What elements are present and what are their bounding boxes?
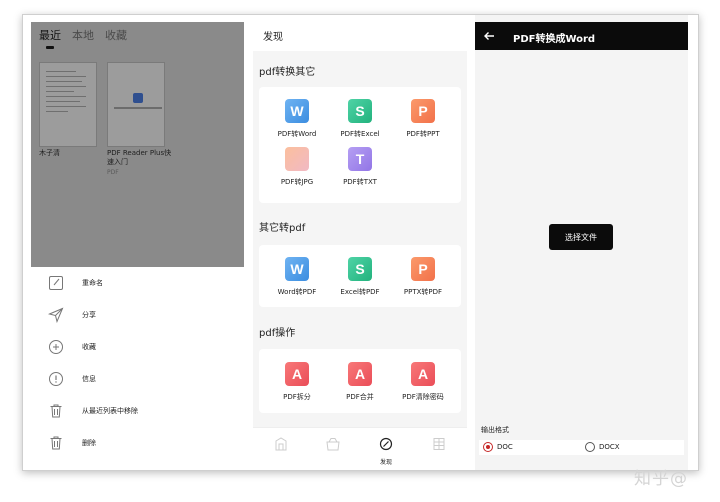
page-title: PDF转换成Word: [513, 34, 596, 45]
tab-local[interactable]: 本地: [72, 27, 94, 43]
radio-doc[interactable]: [483, 442, 493, 452]
tool-pdf-to-jpg[interactable]: PDF转JPG: [269, 147, 325, 187]
tool-label: PDF合并: [346, 393, 374, 401]
store-icon: [326, 438, 340, 451]
file-name: 木子清: [39, 149, 60, 157]
menu-item-delete[interactable]: 删除: [23, 427, 245, 459]
excel-icon: S: [348, 99, 372, 123]
ppt-icon: P: [411, 99, 435, 123]
recent-panel: 最近 本地 收藏 木子清 PDF Reader Plus快速入门 PDF 重命名: [23, 15, 245, 470]
tool-pptx-to-pdf[interactable]: P PPTX转PDF: [395, 257, 451, 297]
document-preview-lines: [46, 71, 86, 116]
tool-excel-to-pdf[interactable]: S Excel转PDF: [332, 257, 388, 297]
tool-label: Excel转PDF: [340, 288, 380, 296]
tab-recent[interactable]: 最近: [39, 27, 61, 43]
recent-files-area: 最近 本地 收藏 木子清 PDF Reader Plus快速入门 PDF: [31, 22, 244, 267]
menu-label: 从最近列表中移除: [82, 407, 138, 415]
menu-label: 分享: [82, 311, 96, 319]
page-title: 发现: [263, 32, 283, 43]
discover-panel: 发现 pdf转换其它 W PDF转Word S PDF转Excel P PDF转…: [253, 15, 467, 470]
tab-favorites[interactable]: 收藏: [105, 27, 127, 43]
delete-icon: [50, 436, 62, 450]
pdf-icon: A: [285, 362, 309, 386]
file-thumbnail[interactable]: [107, 62, 165, 147]
tool-label: PDF转TXT: [343, 178, 377, 186]
file-thumbnail[interactable]: [39, 62, 97, 147]
back-arrow-icon[interactable]: [483, 30, 495, 42]
share-icon: [48, 307, 64, 323]
favorite-icon: [49, 340, 63, 354]
tool-pdf-to-excel[interactable]: S PDF转Excel: [332, 99, 388, 139]
select-file-button[interactable]: 选择文件: [549, 224, 613, 250]
discover-header: 发现: [253, 15, 467, 51]
tool-label: PDF清除密码: [402, 393, 444, 401]
menu-item-remove-from-recent[interactable]: 从最近列表中移除: [23, 395, 245, 427]
excel-icon: S: [348, 257, 372, 281]
grid-icon: [433, 438, 445, 450]
tab-indicator: [46, 46, 54, 49]
menu-item-rename[interactable]: 重命名: [23, 267, 245, 299]
text-icon: T: [348, 147, 372, 171]
nav-grid[interactable]: [419, 436, 459, 457]
radio-label: DOC: [497, 443, 513, 451]
tool-card: W PDF转Word S PDF转Excel P PDF转PPT PDF转JPG…: [259, 87, 461, 203]
tool-label: PPTX转PDF: [403, 288, 443, 296]
nav-label: 发现: [379, 459, 392, 466]
tool-pdf-to-txt[interactable]: T PDF转TXT: [332, 147, 388, 187]
tool-label: PDF转JPG: [280, 178, 314, 186]
radio-label: DOCX: [599, 443, 620, 451]
tool-pdf-remove-password[interactable]: A PDF清除密码: [395, 362, 451, 402]
tool-word-to-pdf[interactable]: W Word转PDF: [269, 257, 325, 297]
convert-header: PDF转换成Word: [475, 22, 688, 50]
pdf-icon: A: [411, 362, 435, 386]
word-icon: W: [285, 257, 309, 281]
menu-label: 信息: [82, 375, 96, 383]
menu-item-favorite[interactable]: 收藏: [23, 331, 245, 363]
radio-docx[interactable]: [585, 442, 595, 452]
bottom-navigation: 发现: [253, 427, 467, 470]
tool-pdf-merge[interactable]: A PDF合并: [332, 362, 388, 402]
pdf-icon: A: [348, 362, 372, 386]
screenshot-frame: 最近 本地 收藏 木子清 PDF Reader Plus快速入门 PDF 重命名: [22, 14, 699, 471]
remove-from-recent-icon: [50, 404, 62, 418]
tool-pdf-split[interactable]: A PDF拆分: [269, 362, 325, 402]
tool-label: PDF转Excel: [340, 130, 380, 138]
section-title: pdf操作: [259, 328, 296, 339]
pdf-reader-logo-icon: [133, 93, 143, 103]
word-icon: W: [285, 99, 309, 123]
tool-card: A PDF拆分 A PDF合并 A PDF清除密码: [259, 349, 461, 413]
nav-library[interactable]: [261, 436, 301, 457]
ppt-icon: P: [411, 257, 435, 281]
tool-card: W Word转PDF S Excel转PDF P PPTX转PDF: [259, 245, 461, 307]
file-type-label: PDF: [107, 169, 119, 176]
rename-icon: [49, 276, 63, 290]
menu-item-info[interactable]: 信息: [23, 363, 245, 395]
recent-tabs: 最近 本地 收藏: [39, 27, 127, 43]
output-format-options: DOC DOCX: [479, 440, 684, 455]
tool-label: PDF转PPT: [406, 130, 440, 138]
output-format-label: 输出格式: [481, 426, 509, 434]
document-preview-caption: [114, 107, 162, 109]
info-icon: [49, 372, 63, 386]
tool-pdf-to-ppt[interactable]: P PDF转PPT: [395, 99, 451, 139]
tool-pdf-to-word[interactable]: W PDF转Word: [269, 99, 325, 139]
nav-store[interactable]: [313, 436, 353, 457]
tool-label: Word转PDF: [277, 288, 317, 296]
tool-label: PDF转Word: [277, 130, 317, 138]
library-icon: [275, 437, 287, 451]
menu-label: 收藏: [82, 343, 96, 351]
image-icon: [285, 147, 309, 171]
menu-item-share[interactable]: 分享: [23, 299, 245, 331]
section-title: 其它转pdf: [259, 223, 306, 234]
section-title: pdf转换其它: [259, 67, 316, 78]
file-name: PDF Reader Plus快速入门: [107, 149, 172, 166]
nav-discover[interactable]: 发现: [366, 436, 406, 466]
watermark: 知乎@: [634, 469, 688, 489]
tool-label: PDF拆分: [283, 393, 311, 401]
menu-label: 重命名: [82, 279, 103, 287]
menu-label: 删除: [82, 439, 96, 447]
convert-panel: PDF转换成Word 选择文件 输出格式 DOC DOCX: [475, 15, 688, 470]
discover-icon: [379, 437, 393, 451]
